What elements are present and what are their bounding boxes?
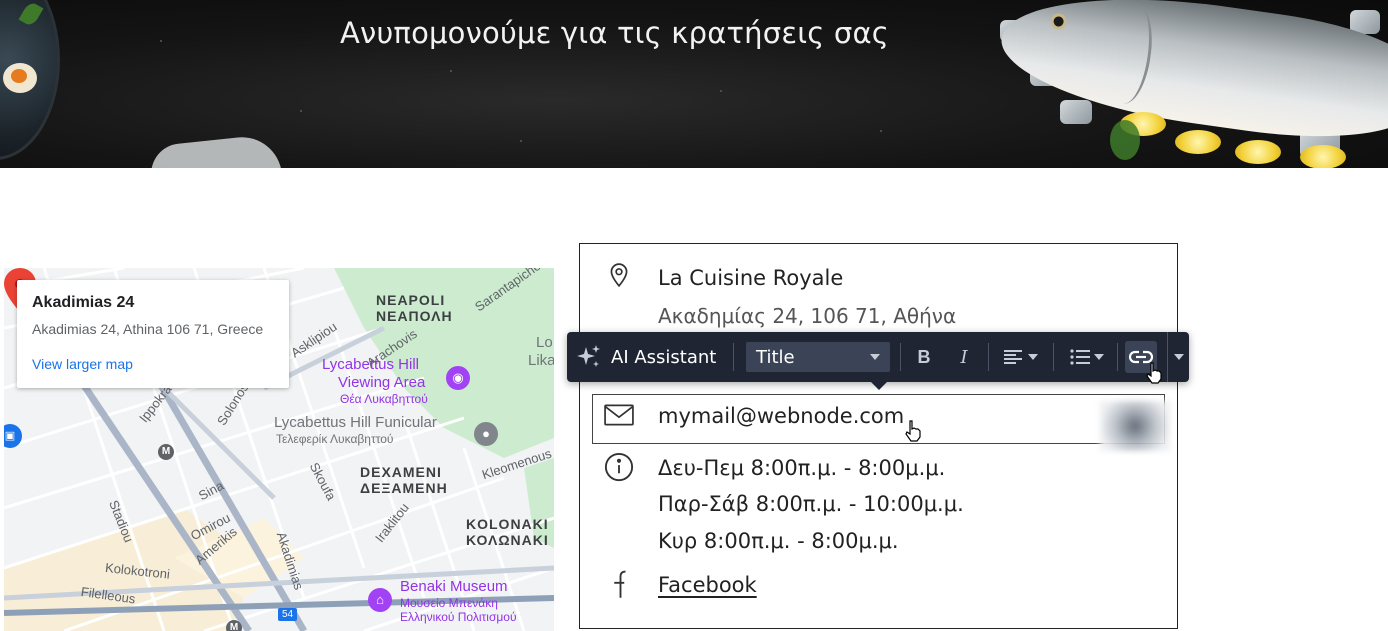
hero-herb-image — [18, 0, 44, 28]
email-text[interactable]: mymail@webnode.com — [658, 404, 904, 428]
chevron-down-icon — [870, 354, 880, 360]
hours-weekdays[interactable]: Δευ-Πεμ 8:00π.μ. - 8:00μ.μ. — [658, 456, 945, 480]
map-poi-funicular[interactable]: Lycabettus Hill Funicular — [274, 414, 437, 431]
hero-fish-gill — [1104, 1, 1158, 107]
toolbar-separator — [1053, 343, 1054, 371]
hero-texture — [880, 130, 882, 132]
chevron-down-icon — [1173, 354, 1184, 360]
align-left-icon — [1004, 350, 1022, 364]
hero-egg-image — [3, 63, 37, 93]
contact-block[interactable]: La Cuisine Royale Ακαδημίας 24, 106 71, … — [579, 243, 1178, 629]
hero-banner: Ανυπομονούμε για τις κρατήσεις σας — [0, 0, 1388, 168]
map-label-dexameni: DEXAMENI — [360, 464, 442, 480]
align-dropdown-button[interactable] — [999, 332, 1043, 382]
chevron-down-icon — [1028, 354, 1038, 360]
facebook-link[interactable]: Facebook — [658, 573, 757, 597]
map-poi-funicular-gr: Τελεφερίκ Λυκαβηττού — [276, 432, 394, 446]
bullet-list-icon — [1070, 349, 1090, 365]
map-poi-benaki-gr: Μουσείο Μπενάκη — [400, 596, 498, 610]
info-icon — [604, 452, 634, 482]
metro-icon[interactable]: M — [226, 620, 242, 631]
hero-texture — [160, 40, 162, 42]
hours-fri-sat[interactable]: Παρ-Σάβ 8:00π.μ. - 10:00μ.μ. — [658, 492, 964, 516]
map-card-title: Akadimias 24 — [32, 294, 135, 311]
map-label-dexameni-gr: ΔΕΞΑΜΕΝΗ — [360, 480, 448, 496]
chevron-down-icon — [1094, 354, 1104, 360]
hero-title: Ανυπομονούμε για τις κρατήσεις σας — [340, 16, 889, 50]
toolbar-separator — [1117, 343, 1118, 371]
hero-plate-image — [0, 0, 60, 160]
hero-lemon-image — [1235, 140, 1281, 164]
list-dropdown-button[interactable] — [1063, 332, 1111, 382]
hours-sunday[interactable]: Κυρ 8:00π.μ. - 8:00μ.μ. — [658, 529, 899, 553]
ai-assistant-label: AI Assistant — [611, 346, 717, 368]
map-label-kolonaki: KOLONAKI — [466, 516, 549, 532]
sparkle-icon — [577, 345, 600, 367]
map-label-neapoli-gr: ΝΕΑΠΟΛΗ — [376, 308, 453, 324]
facebook-icon — [614, 570, 626, 598]
toolbar-separator — [900, 343, 901, 371]
hero-texture — [520, 140, 522, 142]
blurred-thumbnail — [1100, 401, 1170, 451]
hand-cursor-icon — [1146, 362, 1162, 384]
toolbar-separator — [733, 343, 734, 371]
hero-fish-eye — [1049, 12, 1068, 31]
hero-texture — [300, 110, 302, 112]
map-label-kolonaki-gr: ΚΟΛΩΝΑΚΙ — [466, 532, 549, 548]
map-poi-benaki[interactable]: Benaki Museum — [400, 578, 508, 595]
map-poi-lycabettus-viewing-2[interactable]: Viewing Area — [338, 374, 425, 391]
hero-texture — [720, 90, 722, 92]
hero-ice-image — [1060, 100, 1092, 124]
more-options-button[interactable] — [1167, 332, 1189, 382]
hero-lemon-image — [1175, 130, 1221, 154]
italic-button[interactable]: I — [951, 332, 977, 382]
ai-assistant-button[interactable]: AI Assistant — [575, 332, 727, 382]
museum-icon[interactable]: ⌂ — [368, 588, 392, 612]
hero-cloth-image — [148, 133, 282, 168]
embedded-map[interactable]: NEAPOLI ΝΕΑΠΟΛΗ Sarantapichou Lo Lika As… — [4, 268, 554, 631]
bold-button[interactable]: B — [911, 332, 937, 382]
map-label-lo: Lo — [536, 334, 553, 351]
map-label-lika: Lika — [528, 352, 554, 369]
hand-cursor-icon — [905, 420, 921, 442]
map-card-address: Akadimias 24, Athina 106 71, Greece — [32, 321, 264, 337]
road-number-badge: 54 — [278, 608, 298, 621]
map-info-card: Akadimias 24 Akadimias 24, Athina 106 71… — [17, 280, 289, 388]
map-poi-lycabettus-viewing-gr: Θέα Λυκαβηττού — [340, 392, 428, 406]
envelope-icon — [604, 404, 634, 426]
view-larger-map-link[interactable]: View larger map — [32, 356, 274, 372]
text-style-select[interactable]: Title — [746, 342, 890, 372]
text-editor-toolbar: AI Assistant Title B I — [567, 332, 1189, 390]
metro-icon[interactable]: M — [158, 444, 174, 460]
hero-lemon-image — [1300, 145, 1346, 168]
hero-dill-image — [1110, 120, 1140, 160]
hero-texture — [450, 70, 452, 72]
restaurant-address[interactable]: Ακαδημίας 24, 106 71, Αθήνα — [658, 304, 956, 328]
map-label-neapoli: NEAPOLI — [376, 292, 446, 308]
map-poi-lycabettus-viewing[interactable]: Lycabettus Hill — [322, 356, 419, 373]
location-pin-icon — [610, 263, 628, 288]
toolbar-separator — [988, 343, 989, 371]
text-style-value: Title — [756, 346, 795, 368]
restaurant-name[interactable]: La Cuisine Royale — [658, 266, 843, 290]
map-poi-marker-icon[interactable]: ● — [474, 422, 498, 446]
camera-icon[interactable]: ◉ — [446, 366, 470, 390]
map-poi-benaki-gr2: Ελληνικού Πολιτισμού — [400, 610, 517, 624]
